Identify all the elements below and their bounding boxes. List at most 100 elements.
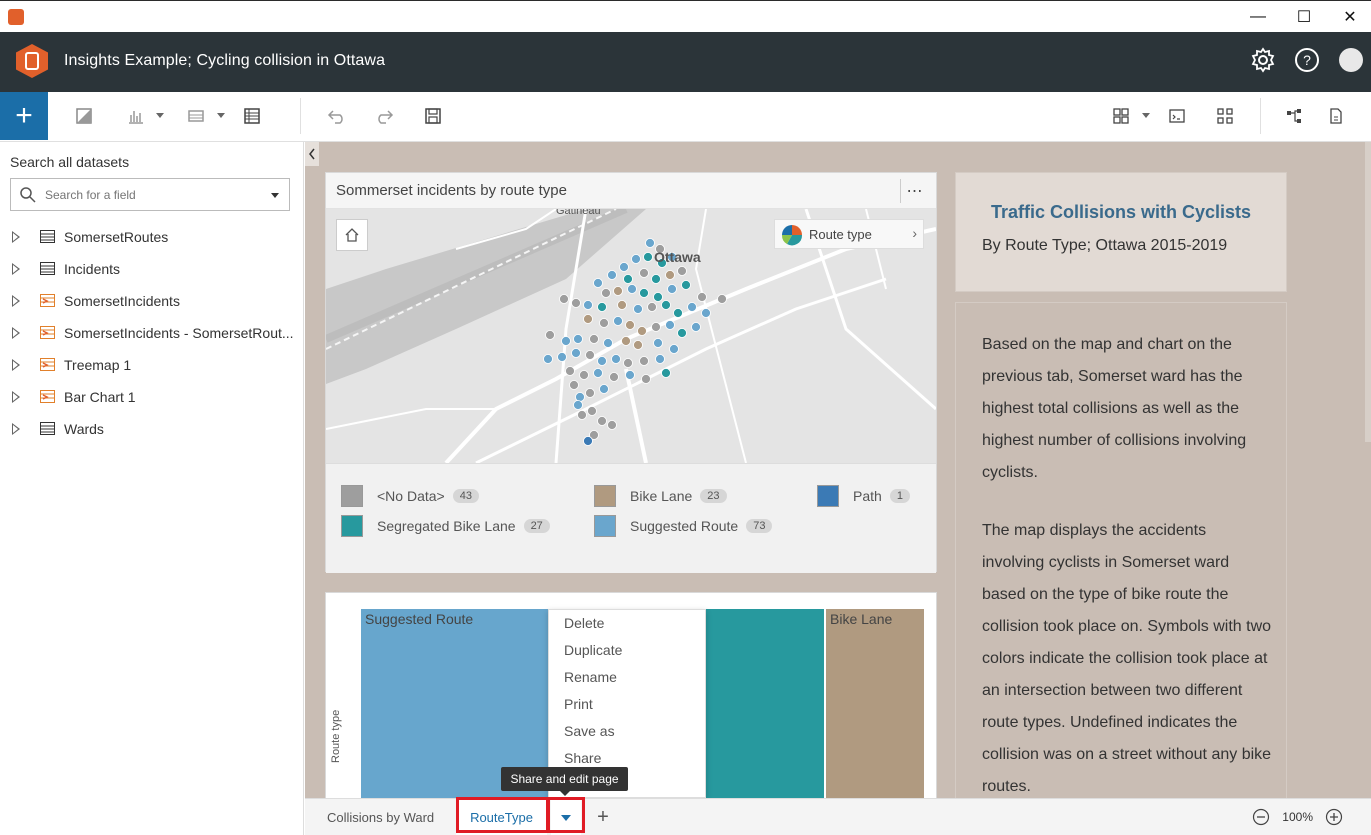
search-input[interactable] (45, 185, 255, 205)
minimize-button[interactable]: — (1235, 1, 1281, 33)
more-options-icon[interactable]: ⋯ (900, 179, 928, 203)
map-view[interactable]: Ottawa Gatineau Route type › (326, 209, 936, 463)
data-pane-title: Search all datasets (10, 154, 130, 170)
toolbar: + (0, 92, 1371, 142)
avatar[interactable] (1337, 46, 1365, 74)
expand-icon[interactable] (12, 295, 20, 307)
map-icon[interactable] (72, 104, 96, 128)
legend-item[interactable]: Segregated Bike Lane 27 (341, 514, 550, 538)
table-icon[interactable] (184, 104, 208, 128)
dataset-name: Wards (64, 421, 104, 437)
legend-item[interactable]: <No Data> 43 (341, 484, 479, 508)
city-label: Ottawa (654, 249, 701, 265)
text-card-title[interactable]: Traffic Collisions with Cyclists By Rout… (955, 172, 1287, 292)
text-paragraph: The map displays the accidents involving… (982, 522, 1272, 795)
dataset-item[interactable]: SomersetIncidents (0, 285, 304, 317)
legend-item[interactable]: Suggested Route 73 (594, 514, 773, 538)
page-canvas: Sommerset incidents by route type ⋯ Otta… (305, 142, 1371, 803)
legend-item[interactable]: Bike Lane 23 (594, 484, 727, 508)
scrollbar[interactable] (1365, 142, 1371, 442)
pie-chart-icon (781, 225, 803, 246)
legend-swatch (341, 515, 363, 537)
maximize-button[interactable]: ☐ (1281, 1, 1327, 33)
help-icon[interactable]: ? (1293, 46, 1321, 74)
expand-icon[interactable] (12, 231, 20, 243)
table-icon (40, 422, 55, 435)
table-dropdown-icon[interactable] (217, 113, 225, 118)
dataset-item[interactable]: Treemap 1 (0, 349, 304, 381)
menu-item-share[interactable]: Share (564, 750, 601, 766)
table-icon (40, 262, 55, 275)
legend-toggle-button[interactable]: Route type › (774, 219, 924, 249)
legend-label: <No Data> (377, 488, 445, 504)
insights-logo-icon (16, 44, 48, 78)
menu-item-print[interactable]: Print (564, 696, 593, 712)
layout-dropdown-icon[interactable] (1142, 113, 1150, 118)
tab-collisions-by-ward[interactable]: Collisions by Ward (315, 799, 446, 835)
zoom-control: 100% (1252, 807, 1343, 827)
expand-icon[interactable] (12, 359, 20, 371)
dataset-name: SomersetRoutes (64, 229, 169, 245)
expand-icon[interactable] (12, 391, 20, 403)
menu-item-rename[interactable]: Rename (564, 669, 617, 685)
dataset-name: Treemap 1 (64, 357, 132, 373)
save-icon[interactable] (421, 104, 445, 128)
tooltip: Share and edit page (501, 767, 628, 796)
redo-icon[interactable] (372, 104, 396, 128)
summary-table-icon[interactable] (240, 104, 264, 128)
dataset-name: SomersetIncidents (64, 293, 180, 309)
undo-icon[interactable] (325, 104, 349, 128)
cards-icon[interactable] (1213, 104, 1237, 128)
card-header: Sommerset incidents by route type ⋯ (326, 173, 936, 209)
collapse-pane-button[interactable] (305, 142, 319, 166)
dataset-item[interactable]: Bar Chart 1 (0, 381, 304, 413)
dataset-item[interactable]: Incidents (0, 253, 304, 285)
menu-item-delete[interactable]: Delete (564, 615, 604, 631)
gear-icon[interactable] (1249, 46, 1277, 74)
map-card[interactable]: Sommerset incidents by route type ⋯ Otta… (325, 172, 937, 573)
model-icon[interactable] (1282, 104, 1306, 128)
legend-toggle-label: Route type (809, 227, 872, 242)
dataset-item[interactable]: Wards (0, 413, 304, 445)
layout-icon[interactable] (1109, 104, 1133, 128)
svg-text:?: ? (1303, 52, 1311, 68)
chevron-down-icon[interactable] (271, 193, 279, 198)
chevron-right-icon: › (912, 225, 917, 241)
add-button[interactable]: + (0, 92, 48, 140)
treemap-cell-bike-lane[interactable]: Bike Lane (826, 609, 924, 803)
text-card-body[interactable]: Based on the map and chart on the previo… (955, 302, 1287, 802)
add-page-button[interactable]: + (589, 799, 617, 835)
legend-item[interactable]: Path 1 (817, 484, 910, 508)
toolbar-divider (1260, 98, 1261, 134)
console-icon[interactable] (1165, 104, 1189, 128)
zoom-level: 100% (1282, 810, 1313, 824)
page-tab-bar: Collisions by Ward RouteType + 100% (305, 797, 1371, 835)
legend-count: 73 (746, 519, 773, 533)
expand-icon[interactable] (12, 327, 20, 339)
zoom-in-icon[interactable] (1325, 808, 1343, 826)
home-button[interactable] (336, 219, 368, 251)
menu-item-save-as[interactable]: Save as (564, 723, 615, 739)
table-icon (40, 230, 55, 243)
expand-icon[interactable] (12, 263, 20, 275)
zoom-out-icon[interactable] (1252, 808, 1270, 826)
result-dataset-icon (40, 294, 55, 307)
legend-swatch (817, 485, 839, 507)
expand-icon[interactable] (12, 423, 20, 435)
legend-swatch (594, 485, 616, 507)
dataset-name: Bar Chart 1 (64, 389, 136, 405)
dataset-item[interactable]: SomersetIncidents - SomersetRout... (0, 317, 304, 349)
app-icon (8, 9, 24, 25)
data-pane: Search all datasets SomersetRoutes Incid… (0, 142, 304, 835)
card-title: Sommerset incidents by route type (336, 182, 567, 199)
legend-swatch (594, 515, 616, 537)
field-search[interactable] (10, 178, 290, 211)
dataset-item[interactable]: SomersetRoutes (0, 221, 304, 253)
text-paragraph: Based on the map and chart on the previo… (982, 336, 1247, 481)
chart-dropdown-icon[interactable] (156, 113, 164, 118)
chart-icon[interactable] (124, 104, 148, 128)
close-button[interactable]: ✕ (1327, 1, 1371, 33)
app-header: Insights Example; Cycling collision in O… (0, 32, 1371, 92)
page-icon[interactable] (1324, 104, 1348, 128)
menu-item-duplicate[interactable]: Duplicate (564, 642, 622, 658)
